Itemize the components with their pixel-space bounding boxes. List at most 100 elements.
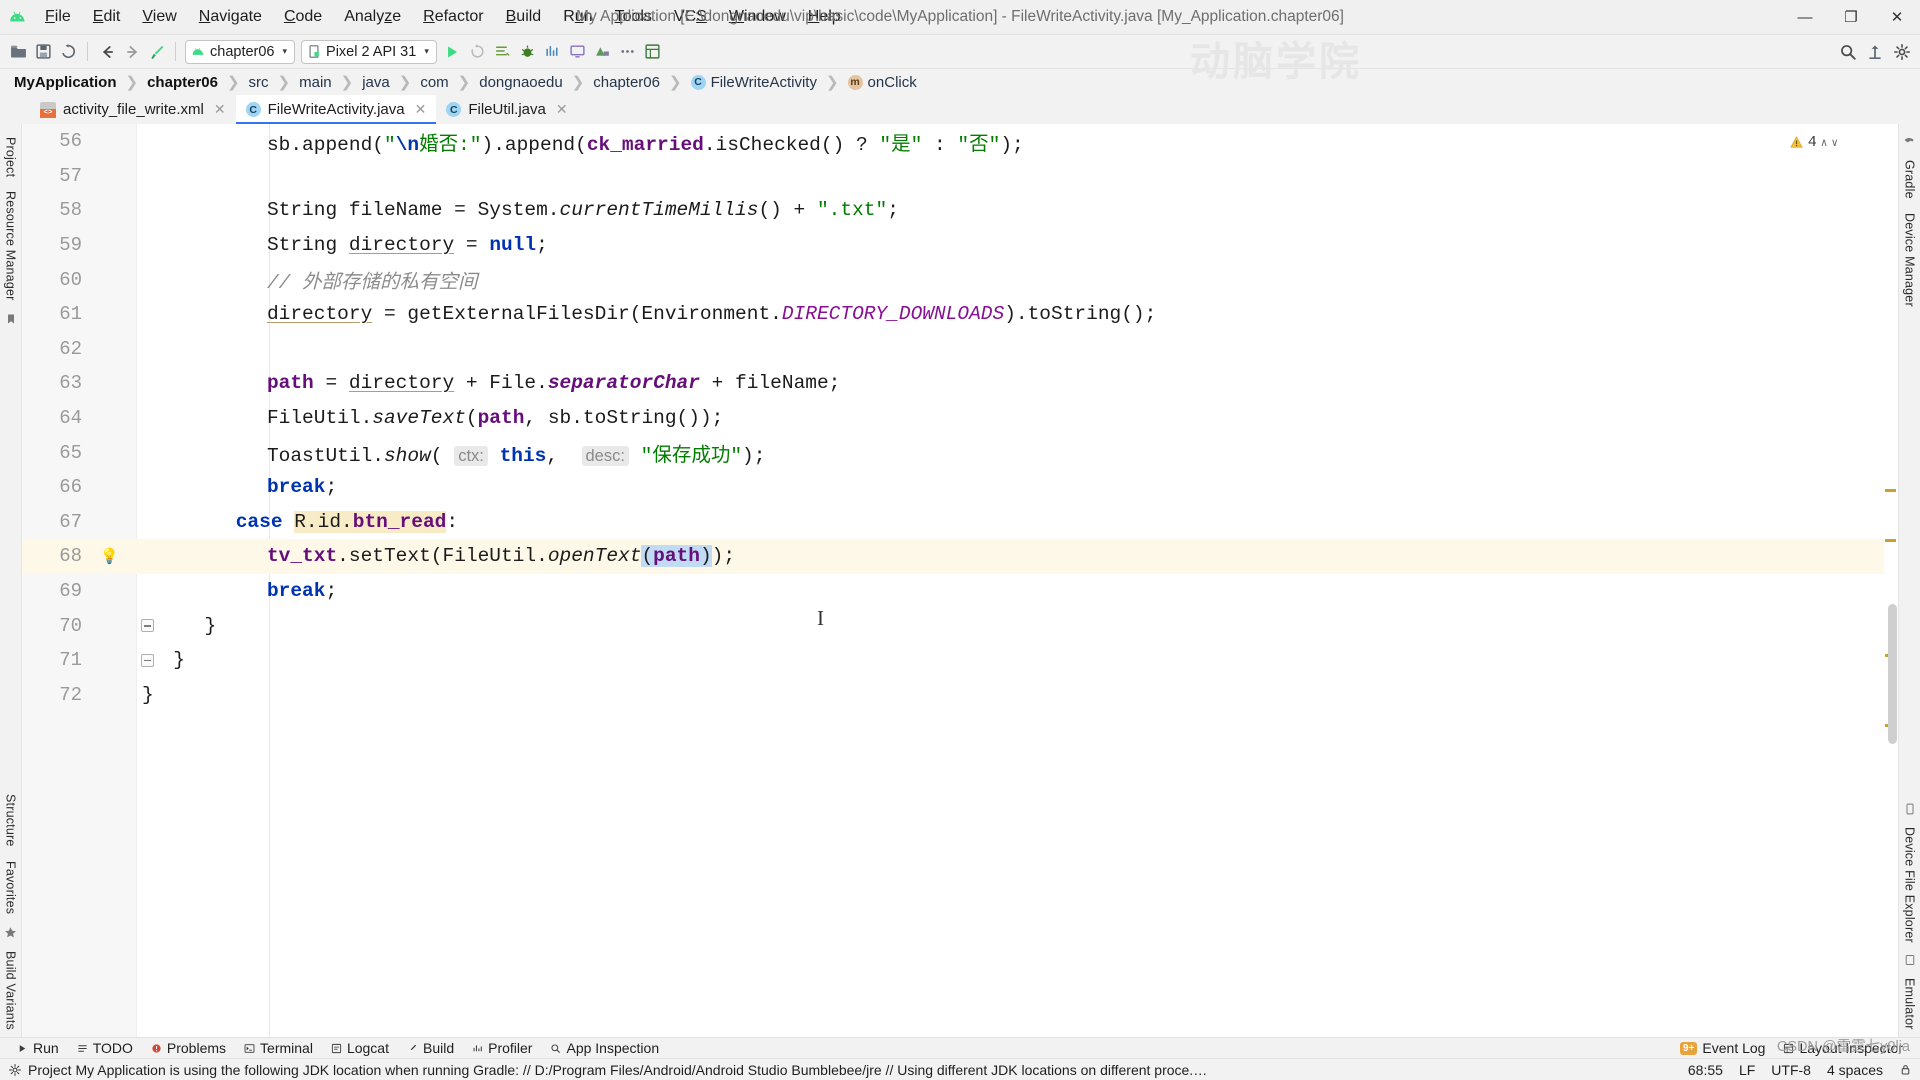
line-separator[interactable]: LF [1739, 1062, 1755, 1078]
breadcrumb-item-chapter06[interactable]: chapter06 [145, 74, 220, 91]
layout-inspector-icon[interactable] [640, 39, 665, 64]
breadcrumb-item-myapplication[interactable]: MyApplication [12, 74, 119, 91]
file-encoding[interactable]: UTF-8 [1771, 1062, 1811, 1078]
code-line[interactable]: 69 break; [22, 574, 1898, 609]
sidebar-item-project[interactable]: Project [4, 130, 18, 184]
emulator-icon[interactable] [1904, 949, 1916, 971]
code-line[interactable]: 70} [22, 608, 1898, 643]
code-line[interactable]: 66 break; [22, 470, 1898, 505]
bookmark-icon[interactable] [5, 308, 17, 330]
forward-icon[interactable] [119, 39, 144, 64]
code-fold-marker[interactable] [141, 653, 154, 667]
menu-tools[interactable]: Tools [604, 4, 663, 30]
gutter-cell[interactable]: 💡 [82, 547, 137, 566]
toolwindow-run[interactable]: Run [8, 1040, 68, 1056]
code-fold-marker[interactable] [141, 619, 154, 633]
code-text[interactable]: ToastUtil.show( ctx: this, desc: "保存成功")… [137, 438, 1898, 467]
code-line[interactable]: 57 [22, 159, 1898, 194]
code-line[interactable]: 61 directory = getExternalFilesDir(Enviro… [22, 297, 1898, 332]
sidebar-item-device-file-explorer[interactable]: Device File Explorer [1903, 820, 1917, 950]
breadcrumb-item-main[interactable]: main [297, 74, 334, 91]
tab-filewriteactivity-java[interactable]: C FileWriteActivity.java ✕ [235, 95, 437, 124]
code-text[interactable]: case R.id.btn_read: [137, 510, 1898, 533]
intention-bulb-icon[interactable]: 💡 [100, 547, 119, 566]
status-message[interactable]: Project My Application is using the foll… [28, 1062, 1208, 1078]
device-combo[interactable]: Pixel 2 API 31 ▾ [301, 39, 437, 64]
toolwindow-layout-inspector[interactable]: Layout Inspector [1774, 1040, 1912, 1056]
code-line[interactable]: 64 FileUtil.saveText(path, sb.toString())… [22, 401, 1898, 436]
code-line[interactable]: 59 String directory = null; [22, 228, 1898, 263]
code-line[interactable]: 71} [22, 643, 1898, 678]
open-folder-icon[interactable] [6, 39, 31, 64]
toolwindow-todo[interactable]: TODO [68, 1040, 142, 1056]
chevron-up-icon[interactable]: ∧ [1821, 136, 1828, 150]
toolwindow-profiler[interactable]: Profiler [463, 1040, 541, 1056]
tab-activity-file-write-xml[interactable]: activity_file_write.xml ✕ [30, 95, 236, 124]
menu-navigate[interactable]: Navigate [188, 4, 273, 30]
close-icon[interactable]: ✕ [556, 101, 568, 118]
toolwindow-event-log[interactable]: 9+ Event Log [1671, 1040, 1774, 1056]
sidebar-item-resource-manager[interactable]: Resource Manager [4, 184, 18, 308]
sidebar-item-emulator[interactable]: Emulator [1903, 971, 1917, 1037]
code-text[interactable]: break; [137, 580, 1898, 602]
sidebar-item-device-manager[interactable]: Device Manager [1903, 206, 1917, 314]
menu-build[interactable]: Build [495, 4, 553, 30]
code-text[interactable]: String fileName = System.currentTimeMill… [137, 199, 1898, 221]
code-text[interactable]: String directory = null; [137, 234, 1898, 256]
avd-manager-icon[interactable] [565, 39, 590, 64]
code-line[interactable]: 60 // 外部存储的私有空间 [22, 262, 1898, 297]
toolwindow-terminal[interactable]: Terminal [235, 1040, 322, 1056]
code-editor[interactable]: 56 sb.append("\n婚否:").append(ck_married.i… [22, 124, 1898, 1037]
gradle-elephant-icon[interactable] [1903, 130, 1916, 153]
menu-edit[interactable]: Edit [82, 4, 132, 30]
search-everywhere-icon[interactable] [1835, 39, 1860, 64]
folder-device-icon[interactable] [1904, 798, 1916, 820]
sidebar-item-structure[interactable]: Structure [4, 787, 18, 854]
code-text[interactable]: path = directory + File.separatorChar + … [137, 372, 1898, 394]
maximize-button[interactable]: ❐ [1828, 0, 1874, 35]
debug-icon[interactable] [515, 39, 540, 64]
run-configuration-combo[interactable]: chapter06 ▾ [185, 39, 296, 64]
code-text[interactable]: } [137, 649, 1898, 671]
code-text[interactable]: break; [137, 476, 1898, 498]
code-text[interactable]: // 外部存储的私有空间 [137, 265, 1898, 294]
profile-attach-icon[interactable] [540, 39, 565, 64]
close-icon[interactable]: ✕ [415, 101, 427, 118]
close-button[interactable]: ✕ [1874, 0, 1920, 35]
apply-changes-icon[interactable] [490, 39, 515, 64]
rerun-icon[interactable] [465, 39, 490, 64]
sync-icon[interactable] [56, 39, 81, 64]
sdk-manager-icon[interactable] [590, 39, 615, 64]
code-line[interactable]: 63 path = directory + File.separatorChar … [22, 366, 1898, 401]
menu-refactor[interactable]: Refactor [412, 4, 494, 30]
minimize-button[interactable]: — [1782, 0, 1828, 35]
tab-fileutil-java[interactable]: C FileUtil.java ✕ [436, 95, 577, 124]
sidebar-item-favorites[interactable]: Favorites [4, 854, 18, 921]
code-line[interactable]: 68 💡 tv_txt.setText(FileUtil.openText(path… [22, 539, 1898, 574]
code-text[interactable]: FileUtil.saveText(path, sb.toString()); [137, 407, 1898, 429]
sidebar-item-gradle[interactable]: Gradle [1903, 153, 1917, 206]
breadcrumb-item-src[interactable]: src [247, 74, 271, 91]
git-update-icon[interactable] [1862, 39, 1887, 64]
code-text[interactable]: } [137, 615, 1898, 637]
read-only-lock-icon[interactable] [1899, 1063, 1912, 1076]
editor-marker-bar[interactable] [1884, 124, 1898, 1037]
code-text[interactable]: tv_txt.setText(FileUtil.openText(path)); [137, 545, 1898, 568]
breadcrumb-item-chapter06-pkg[interactable]: chapter06 [591, 74, 662, 91]
editor-scrollbar-thumb[interactable] [1888, 604, 1897, 744]
star-icon[interactable] [4, 921, 17, 944]
menu-help[interactable]: Help [797, 4, 852, 30]
breadcrumb-item-java[interactable]: java [360, 74, 392, 91]
build-hammer-icon[interactable] [144, 39, 169, 64]
back-icon[interactable] [94, 39, 119, 64]
toolwindow-problems[interactable]: Problems [142, 1040, 235, 1056]
caret-position[interactable]: 68:55 [1688, 1062, 1723, 1078]
more-options-icon[interactable] [615, 39, 640, 64]
editor-inspection-summary[interactable]: 4 ∧ ∨ [1789, 134, 1838, 151]
save-all-icon[interactable] [31, 39, 56, 64]
run-icon[interactable] [440, 39, 465, 64]
warning-marker[interactable] [1885, 539, 1896, 542]
menu-file[interactable]: File [34, 4, 82, 30]
settings-gear-icon[interactable] [1889, 39, 1914, 64]
code-line[interactable]: 65 ToastUtil.show( ctx: this, desc: "保存成功… [22, 435, 1898, 470]
